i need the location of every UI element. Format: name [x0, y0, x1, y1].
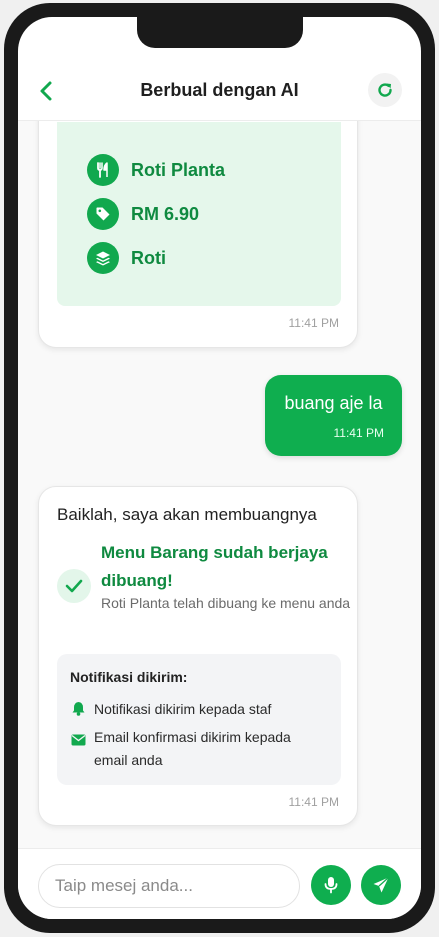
screen: Berbual dengan AI Roti Planta RM 6.90 Ro…	[18, 17, 421, 919]
send-button[interactable]	[361, 865, 401, 905]
ai-message-text: Baiklah, saya akan membuangnya	[57, 505, 317, 524]
notification-box: Notifikasi dikirim: Notifikasi dikirim k…	[57, 654, 341, 785]
refresh-icon	[378, 83, 392, 97]
mail-icon	[70, 732, 86, 748]
tag-icon	[87, 198, 119, 230]
check-icon	[57, 569, 91, 603]
user-message: buang aje la 11:41 PM	[265, 375, 402, 456]
chat-header: Berbual dengan AI	[18, 61, 421, 121]
notification-item: Email konfirmasi dikirim kepada email an…	[70, 726, 330, 772]
notification-title: Notifikasi dikirim:	[70, 669, 188, 685]
send-icon	[373, 877, 389, 893]
microphone-icon	[324, 877, 338, 894]
user-message-time: 11:41 PM	[333, 426, 384, 440]
product-price: RM 6.90	[131, 203, 200, 224]
notch	[137, 17, 303, 48]
product-price-row: RM 6.90	[87, 198, 199, 230]
notification-item: Notifikasi dikirim kepada staf	[70, 698, 271, 721]
product-name: Roti Planta	[131, 159, 226, 180]
phone-frame: Berbual dengan AI Roti Planta RM 6.90 Ro…	[4, 3, 435, 933]
notification-text: Notifikasi dikirim kepada staf	[94, 701, 272, 717]
success-subtitle: Roti Planta telah dibuang ke menu anda	[101, 595, 351, 611]
notification-text: Email konfirmasi dikirim kepada email an…	[94, 729, 291, 768]
product-name-row: Roti Planta	[87, 154, 225, 186]
chat-area[interactable]: Roti Planta RM 6.90 Roti 11:41 PM buang …	[18, 121, 421, 848]
refresh-button[interactable]	[368, 73, 402, 107]
composer	[18, 848, 421, 919]
utensils-icon	[87, 154, 119, 186]
page-title: Berbual dengan AI	[140, 80, 299, 100]
ai-message-confirmation: Baiklah, saya akan membuangnya Menu Bara…	[38, 486, 358, 826]
bell-icon	[70, 700, 86, 716]
mic-button[interactable]	[311, 865, 351, 905]
message-time: 11:41 PM	[288, 795, 339, 809]
ai-message-product: Roti Planta RM 6.90 Roti 11:41 PM	[38, 121, 358, 348]
success-title: Menu Barang sudah berjaya dibuang!	[101, 543, 328, 590]
product-category-row: Roti	[87, 242, 166, 274]
message-time: 11:41 PM	[288, 316, 339, 330]
message-input[interactable]	[55, 865, 285, 907]
user-message-text: buang aje la	[284, 393, 383, 413]
message-input-wrapper	[38, 864, 300, 908]
layers-icon	[87, 242, 119, 274]
product-category: Roti	[131, 247, 166, 268]
